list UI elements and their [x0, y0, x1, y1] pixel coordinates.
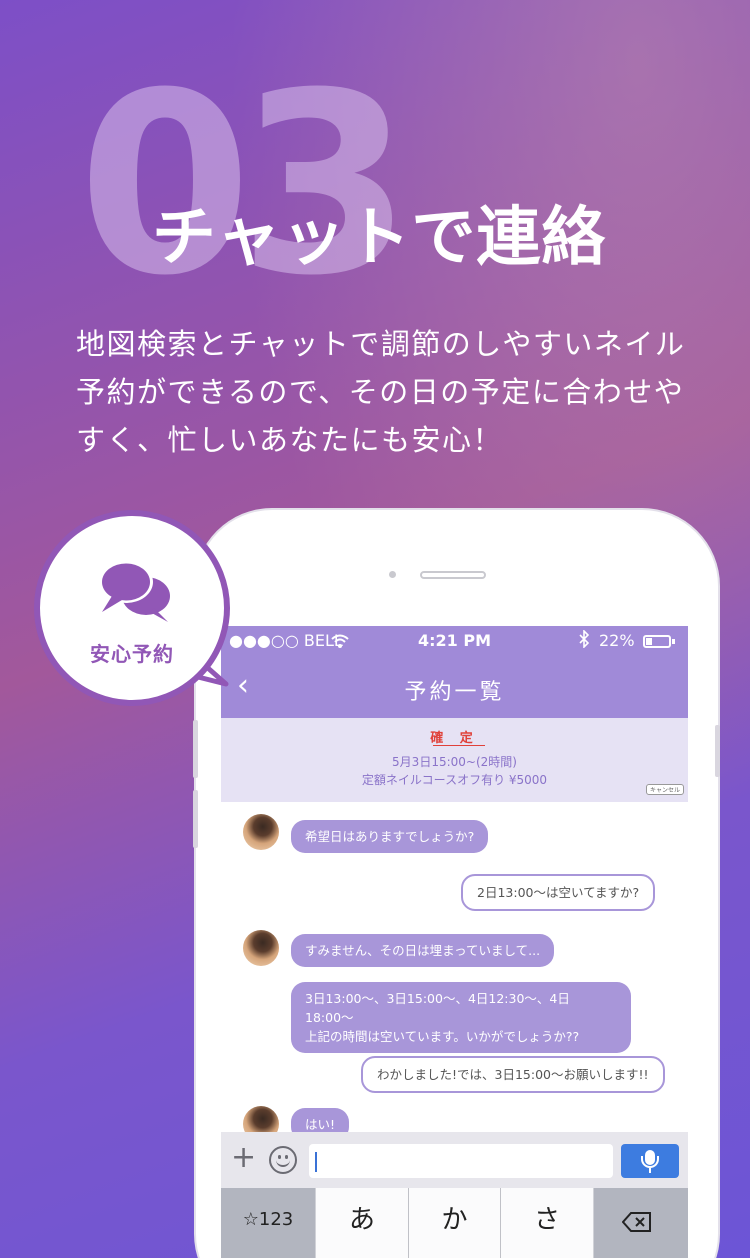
message-input-bar: + [221, 1132, 688, 1188]
reservation-status: 確 定 [430, 731, 479, 746]
badge-label: 安心予約 [90, 642, 174, 666]
phone-power-button [715, 725, 720, 777]
battery-icon [643, 635, 671, 648]
message-bubble: わかしました!では、3日15:00〜お願いします!! [361, 1056, 665, 1093]
message-bubble: 希望日はありますでしょうか? [291, 820, 489, 853]
phone-volume-button [193, 720, 198, 778]
emoji-icon[interactable] [269, 1146, 297, 1174]
status-time: 4:21 PM [418, 631, 492, 650]
emoji-mouth [276, 1159, 290, 1167]
message-bubble: 2日13:00〜は空いてますか? [461, 874, 656, 911]
avatar [243, 930, 279, 966]
status-bar: ●●●○○ BELL 4:21 PM 22% [221, 626, 688, 656]
status-underline [433, 745, 485, 746]
phone-camera [389, 571, 396, 578]
backspace-icon [622, 1212, 651, 1232]
phone-speaker [420, 571, 486, 579]
mic-icon-cup [641, 1156, 659, 1168]
plus-icon[interactable]: + [231, 1140, 256, 1175]
phone-volume-button [193, 790, 198, 848]
description: 地図検索とチャットで調節のしやすいネイル予約ができるので、その日の予定に合わせや… [76, 327, 686, 457]
key-ka[interactable]: か [409, 1188, 500, 1258]
battery-tip [672, 639, 675, 644]
reservation-datetime: 5月3日15:00~(2時間) [392, 755, 517, 769]
carrier-label: ●●●○○ BELL [229, 631, 343, 650]
message-bubble: すみません、その日は埋まっていまして... [291, 934, 555, 967]
keyboard: ☆123 あ か さ [221, 1188, 688, 1258]
chat-thread: 希望日はありますでしょうか? 2日13:00〜は空いてますか? すみません、その… [221, 802, 688, 1142]
nav-bar: ‹ 予約一覧 [221, 656, 688, 718]
badge: 安心予約 [34, 510, 230, 706]
mic-button[interactable] [621, 1144, 679, 1178]
key-a[interactable]: あ [316, 1188, 408, 1258]
text-caret [315, 1152, 317, 1172]
mic-icon-stem [649, 1168, 651, 1173]
chat-bubbles-icon [99, 561, 170, 622]
nav-title: 予約一覧 [404, 680, 505, 705]
reservation-card: 確 定 5月3日15:00~(2時間) 定額ネイルコースオフ有り ¥5000 キ… [221, 718, 688, 802]
bluetooth-icon [579, 630, 589, 648]
cancel-button[interactable]: キャンセル [646, 784, 685, 795]
headline: チャットで連絡 [152, 201, 607, 275]
key-delete[interactable] [594, 1188, 688, 1258]
message-input[interactable] [309, 1144, 613, 1178]
battery-percent: 22% [599, 631, 635, 650]
key-num-switch[interactable]: ☆123 [221, 1188, 315, 1258]
avatar [243, 814, 279, 850]
message-bubble: 3日13:00〜、3日15:00〜、4日12:30〜、4日18:00〜 上記の時… [291, 982, 631, 1053]
phone-screen: ●●●○○ BELL 4:21 PM 22% ‹ 予約一覧 確 定 5月3日15… [221, 626, 688, 1258]
reservation-course: 定額ネイルコースオフ有り ¥5000 [361, 773, 548, 787]
wifi-icon [331, 634, 349, 648]
key-sa[interactable]: さ [501, 1188, 593, 1258]
